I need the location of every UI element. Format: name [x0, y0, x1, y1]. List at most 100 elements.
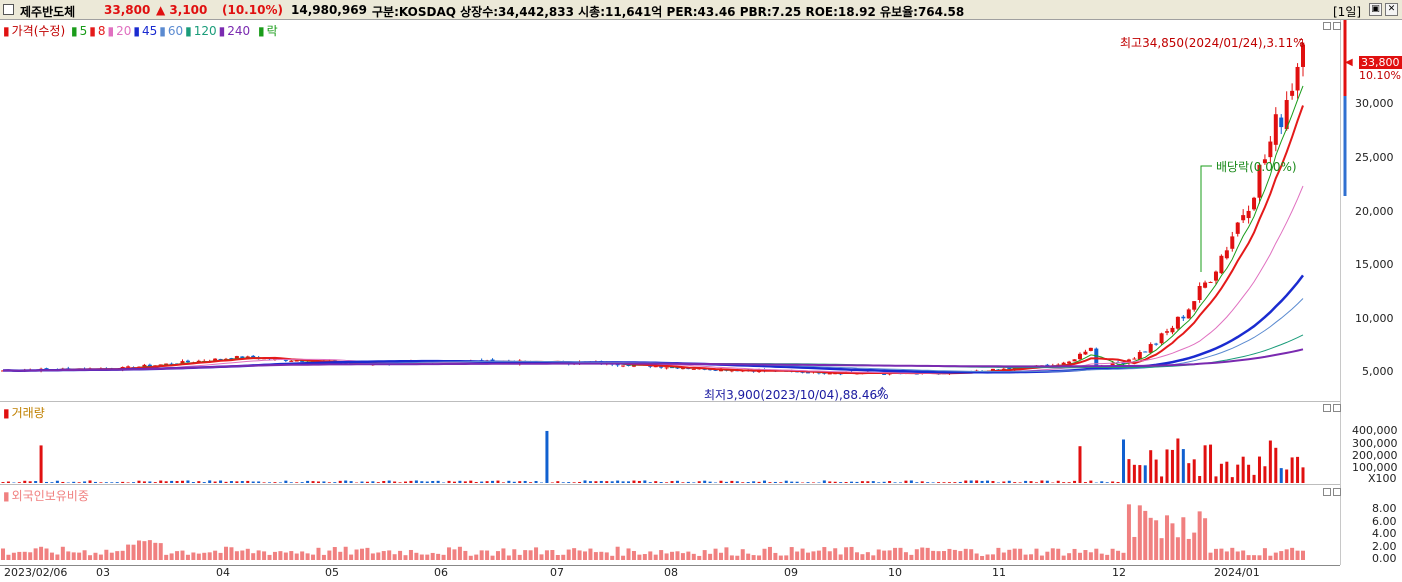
volume-bar — [480, 481, 484, 483]
volume-bar — [115, 482, 119, 483]
stock-chart-canvas[interactable] — [0, 0, 1402, 582]
volume-bar — [882, 481, 886, 483]
volume-bar — [1002, 481, 1006, 483]
foreign-tick: 4.00 — [1372, 527, 1397, 540]
foreign-bar — [11, 552, 16, 560]
volume-bar — [665, 482, 669, 483]
candle-body — [1273, 114, 1278, 145]
volume-bar — [170, 480, 174, 483]
foreign-bar — [1132, 536, 1137, 560]
foreign-bar — [1165, 515, 1170, 560]
foreign-bar — [920, 547, 925, 560]
volume-bar — [1083, 482, 1087, 483]
volume-bar — [1257, 456, 1261, 483]
volume-bar — [692, 482, 696, 483]
foreign-bar — [561, 554, 566, 560]
foreign-bar — [419, 554, 424, 560]
foreign-bar — [990, 554, 995, 560]
foreign-bar — [648, 551, 653, 560]
volume-bar — [621, 481, 625, 483]
volume-bar — [578, 481, 582, 483]
foreign-bar — [789, 547, 794, 560]
foreign-bar — [588, 548, 593, 560]
foreign-bar — [77, 552, 82, 560]
volume-bar — [327, 482, 331, 483]
foreign-bar — [931, 550, 936, 560]
volume-bar — [268, 482, 272, 483]
foreign-bar — [550, 550, 555, 560]
volume-bar — [697, 481, 701, 483]
candle-body — [126, 366, 131, 368]
foreign-bar — [441, 554, 446, 560]
foreign-bar — [131, 544, 136, 560]
volume-bar — [159, 480, 163, 483]
volume-bar — [398, 482, 402, 483]
volume-bar — [898, 482, 902, 483]
volume-bar — [616, 480, 620, 483]
foreign-bar — [822, 547, 827, 560]
candle-body — [1241, 215, 1246, 221]
foreign-bar — [691, 553, 696, 560]
volume-bar — [322, 481, 326, 483]
date-tick: 08 — [664, 566, 678, 579]
volume-bar — [55, 480, 59, 483]
candle-body — [1230, 236, 1235, 249]
volume-bar — [964, 480, 968, 483]
volume-bar — [1274, 447, 1278, 483]
foreign-bar — [969, 549, 974, 560]
foreign-bar — [593, 552, 598, 560]
volume-bar — [251, 481, 255, 483]
foreign-bar — [1148, 517, 1153, 560]
volume-bar — [436, 480, 440, 483]
volume-bar — [1013, 482, 1017, 483]
foreign-bar — [686, 551, 691, 560]
volume-bar — [947, 482, 951, 483]
foreign-bar — [425, 554, 430, 560]
foreign-bar — [740, 549, 745, 560]
volume-bar — [39, 445, 43, 483]
foreign-bar — [321, 554, 326, 560]
foreign-bar — [1175, 537, 1180, 560]
ma-line-5 — [2, 85, 1304, 375]
candle-body — [1181, 316, 1186, 319]
volume-bar — [1138, 465, 1142, 483]
foreign-bar — [675, 551, 680, 560]
volume-bar — [1100, 481, 1104, 483]
foreign-bar — [479, 550, 484, 560]
foreign-bar — [1235, 551, 1240, 560]
foreign-bar — [468, 555, 473, 560]
foreign-bar — [474, 554, 479, 560]
foreign-bar — [251, 553, 256, 560]
foreign-bar — [398, 550, 403, 560]
volume-bar — [866, 481, 870, 483]
foreign-bar — [44, 548, 49, 560]
candle-body — [1213, 271, 1218, 281]
foreign-bar — [88, 555, 93, 560]
volume-bar — [148, 481, 152, 483]
foreign-bar — [1284, 549, 1289, 560]
foreign-bar — [528, 550, 533, 560]
volume-bar — [594, 481, 598, 483]
foreign-bar — [202, 552, 207, 560]
foreign-bar — [169, 553, 174, 560]
volume-bar — [447, 480, 451, 483]
foreign-bar — [1001, 552, 1006, 560]
volume-bar — [1236, 464, 1240, 483]
candle-body — [1159, 333, 1164, 344]
foreign-bar — [1099, 553, 1104, 560]
foreign-bar — [773, 552, 778, 560]
volume-bar — [768, 482, 772, 483]
volume-bar — [34, 481, 38, 483]
volume-bar — [50, 482, 54, 483]
volume-tick: 400,000 — [1352, 424, 1398, 437]
volume-bar — [164, 481, 168, 483]
foreign-bar — [278, 551, 283, 560]
foreign-bar — [1192, 532, 1197, 560]
candle-body — [1165, 331, 1170, 333]
volume-bar — [1181, 449, 1185, 483]
foreign-bar — [697, 555, 702, 560]
volume-bar — [1018, 482, 1022, 483]
candle-body — [1246, 210, 1251, 219]
volume-bar — [1241, 456, 1245, 483]
volume-bar — [1111, 481, 1115, 483]
